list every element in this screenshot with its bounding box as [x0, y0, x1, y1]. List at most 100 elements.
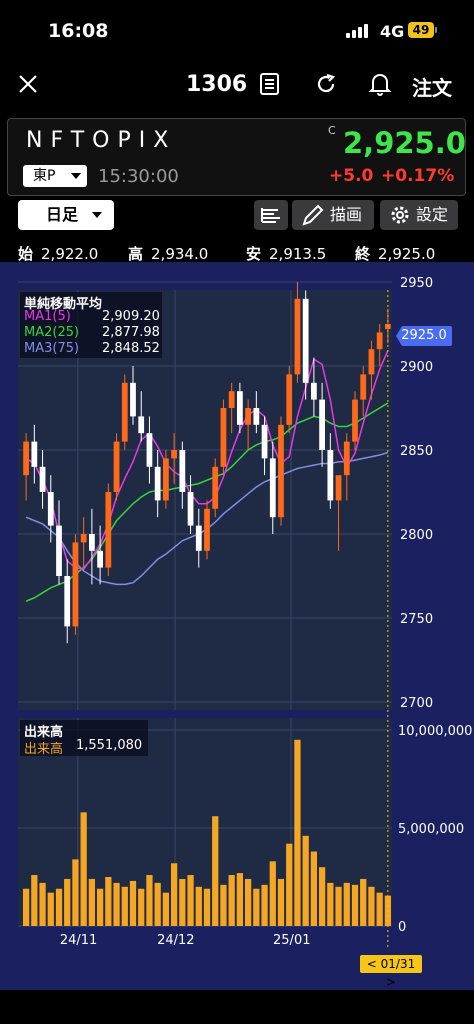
price-change-percent: +0.17%	[381, 166, 455, 186]
candle-body	[64, 576, 71, 627]
candle-body	[311, 382, 317, 400]
candle-body	[253, 408, 260, 425]
draw-label: 描画	[330, 205, 363, 224]
volume-bar	[253, 888, 260, 926]
low-value: 安 2,913.5	[246, 245, 327, 263]
signal-icon	[346, 24, 370, 38]
volume-bar	[154, 882, 161, 926]
volume-bar	[39, 882, 46, 926]
candle-body	[319, 399, 325, 450]
caret-down-icon	[71, 173, 81, 179]
candle-body	[220, 408, 227, 467]
candle-body	[130, 382, 136, 417]
volume-tick-label: 10,000,000	[398, 724, 472, 739]
market-select[interactable]: 東P	[23, 165, 87, 187]
volume-bar	[368, 886, 375, 926]
close-mark: C	[328, 124, 336, 137]
volume-bar	[96, 888, 104, 926]
volume-bar	[220, 884, 227, 926]
candle-body	[343, 441, 350, 476]
network-label: 4G	[380, 22, 405, 41]
open-value: 始 2,922.0	[18, 245, 99, 263]
memo-icon[interactable]	[259, 72, 281, 96]
gear-icon	[391, 206, 409, 224]
candle-body	[105, 492, 112, 568]
volume-bar	[376, 892, 383, 926]
volume-legend-label: 出来高	[24, 742, 64, 757]
volume-bar	[302, 835, 309, 926]
draw-button[interactable]: 描画	[292, 200, 374, 230]
ma1-label: MA1(5)	[24, 309, 71, 324]
volume-bar	[129, 880, 137, 926]
ma2-value: 2,877.98	[102, 325, 160, 340]
status-time: 16:08	[48, 20, 109, 42]
settings-label: 設定	[416, 205, 449, 224]
volume-bar	[138, 888, 145, 926]
volume-bar	[286, 843, 293, 926]
price-chart[interactable]: 2950 2900 2850 2800 2750 2700 10,000,000 5,000,…	[0, 262, 474, 990]
volume-bar	[179, 878, 186, 926]
period-label: 日足	[46, 205, 79, 224]
volume-bar	[88, 878, 96, 926]
volume-bar	[343, 882, 350, 926]
quote-time: 15:30:00	[98, 166, 179, 187]
candle-body	[179, 450, 186, 492]
candle-body	[80, 534, 87, 543]
candle-body	[154, 466, 161, 501]
volume-bar	[244, 878, 252, 926]
candle-body	[163, 458, 169, 501]
volume-bar	[47, 892, 54, 926]
volume-bar	[146, 875, 153, 926]
price-tick-label: 2800	[400, 528, 433, 543]
volume-bar	[162, 892, 170, 926]
volume-bar	[261, 884, 268, 926]
indicator-button[interactable]	[254, 200, 288, 230]
volume-bar	[269, 861, 276, 926]
volume-bar	[72, 859, 79, 926]
volume-bar	[318, 867, 326, 926]
candle-body	[121, 382, 128, 442]
volume-bar	[335, 886, 342, 926]
candle-body	[228, 391, 235, 408]
battery-icon: 49	[408, 22, 434, 38]
volume-bar	[351, 884, 359, 926]
candle-body	[31, 441, 38, 467]
candle-body	[245, 408, 251, 425]
candle-body	[368, 349, 375, 375]
close-icon[interactable]	[18, 74, 38, 94]
candle-body	[286, 374, 293, 425]
candle-body	[204, 508, 210, 551]
x-tick-label: 24/11	[60, 933, 97, 948]
refresh-icon[interactable]	[314, 72, 338, 96]
page-title: 1306	[186, 72, 248, 97]
instrument-name: NFTOPIX	[26, 128, 177, 153]
settings-button[interactable]: 設定	[380, 200, 458, 230]
volume-bar	[212, 816, 219, 926]
candle-body	[269, 458, 276, 518]
volume-bar	[113, 882, 120, 926]
volume-bar	[80, 812, 87, 926]
volume-bar	[310, 851, 318, 926]
status-bar: 16:08 4G 49	[0, 0, 474, 62]
bell-icon[interactable]	[368, 71, 392, 97]
volume-bar	[203, 888, 211, 926]
candle-body	[39, 466, 46, 492]
date-marker[interactable]: < 01/31 >	[360, 955, 422, 989]
volume-bar	[64, 878, 71, 926]
price-tick-label: 2950	[400, 276, 433, 291]
volume-bar	[360, 878, 367, 926]
volume-bar	[105, 877, 112, 926]
candle-body	[237, 391, 243, 425]
chart-area[interactable]: 2950 2900 2850 2800 2750 2700 10,000,000 5,000,…	[0, 262, 474, 990]
candle-body	[23, 441, 29, 476]
candle-body	[97, 550, 103, 568]
period-select[interactable]: 日足	[18, 200, 114, 230]
volume-bar	[195, 886, 202, 926]
price-tick-label: 2750	[400, 612, 433, 627]
volume-bar	[236, 873, 244, 926]
candle-body	[195, 525, 202, 551]
high-value: 高 2,934.0	[128, 245, 209, 263]
x-tick-label: 24/12	[157, 933, 194, 948]
bar-list-icon	[261, 208, 280, 223]
order-button[interactable]: 注文	[412, 72, 452, 101]
